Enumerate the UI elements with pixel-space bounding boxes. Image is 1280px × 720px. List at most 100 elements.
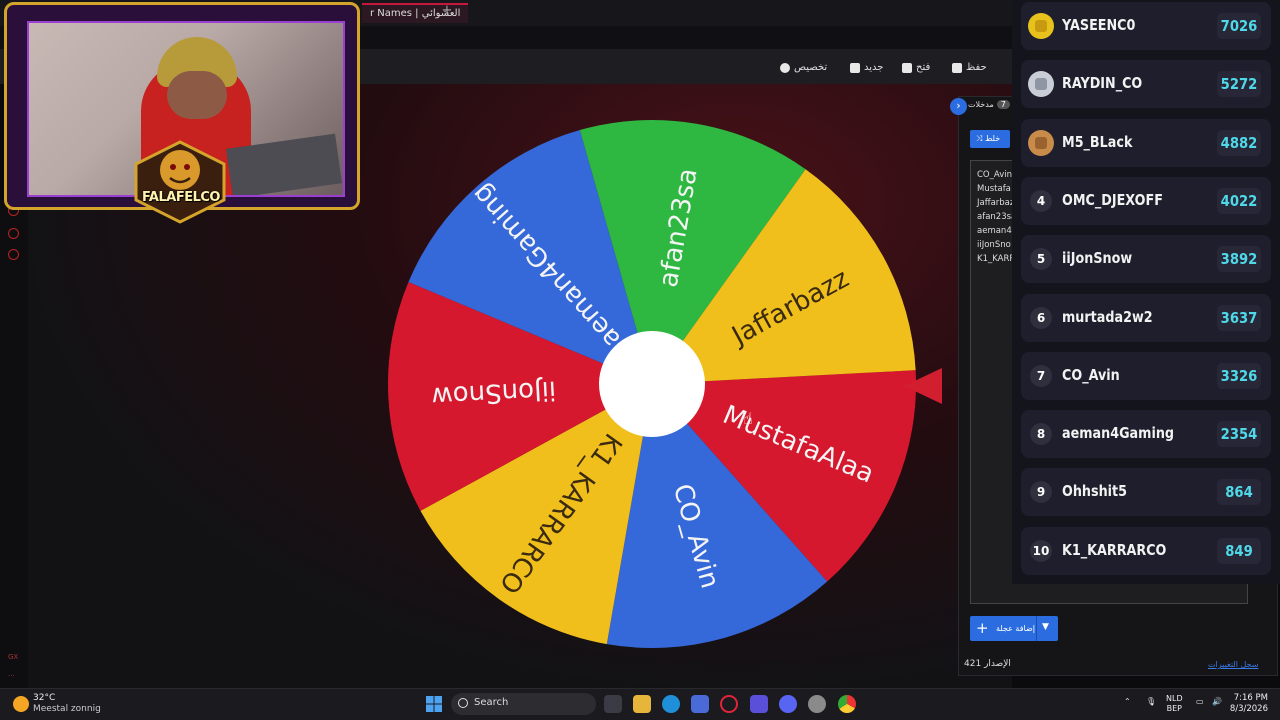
leaderboard-score: 3892 (1217, 246, 1261, 273)
leaderboard-rank: 10 (1030, 539, 1052, 562)
leaderboard-rank: 7 (1030, 364, 1052, 387)
tray-chevron-icon[interactable]: ⌃ (1124, 697, 1131, 706)
language-indicator[interactable]: NLD BEP (1166, 694, 1183, 714)
screen: r Names | العشوائي + تخصيص جديد فتح حفظ … (0, 0, 1280, 720)
save-icon (952, 63, 962, 73)
shuffle-button[interactable]: ⤨ خلط (970, 130, 1010, 148)
gold-medal-icon (1028, 13, 1054, 39)
clock-time: 7:16 PM (1233, 693, 1268, 703)
entry-line: aeman4 (977, 226, 1012, 236)
leaderboard-name: YASEENC0 (1062, 16, 1136, 34)
medal-inner (1035, 78, 1047, 91)
entry-line: Mustafa (977, 184, 1011, 194)
changelog-link[interactable]: سجل التغييرات (1208, 660, 1258, 669)
leaderboard-name: murtada2w2 (1062, 307, 1153, 326)
opera-gx-icon[interactable] (720, 695, 738, 713)
collapse-panel-button[interactable]: › (950, 98, 967, 115)
leaderboard-score: 7026 (1217, 13, 1261, 39)
add-wheel-label: إضافة عجلة (996, 624, 1035, 633)
entry-line: K1_KARR (977, 254, 1016, 264)
weather-desc: Meestal zonnig (33, 704, 101, 714)
version-info: 421 الإصدار (964, 659, 1011, 669)
leaderboard-name: Ohhshit5 (1062, 482, 1127, 501)
leaderboard-rank: 8 (1030, 423, 1052, 446)
chrome-icon[interactable] (838, 695, 856, 713)
save-button[interactable]: حفظ (952, 61, 987, 75)
windows-start-icon[interactable] (426, 696, 442, 712)
plus-icon: + (976, 619, 989, 637)
hand-cursor-icon: ☝ (743, 409, 753, 428)
leaderboard-score: 4022 (1217, 187, 1261, 214)
settings-icon[interactable] (8, 249, 19, 260)
leaderboard-score: 849 (1217, 537, 1261, 564)
open-label: فتح (916, 62, 931, 73)
spin-wheel[interactable]: MustafaAlaaCO_AvinK1_KARRARCOiiJonSnowae… (386, 118, 918, 650)
entries-tab-label: مدخلات (968, 100, 994, 109)
obs-icon[interactable] (750, 695, 768, 713)
task-view-icon[interactable] (604, 695, 622, 713)
leaderboard-name: CO_Avin (1062, 365, 1120, 384)
leaderboard-score: 4882 (1217, 129, 1261, 156)
taskbar-search-label: Search (474, 697, 509, 708)
network-icon[interactable]: ▭ (1196, 697, 1204, 706)
steam-icon[interactable] (808, 695, 826, 713)
folder-icon (902, 63, 912, 73)
leaderboard-name: iiJonSnow (1062, 249, 1133, 268)
leaderboard-score: 864 (1217, 479, 1261, 506)
leaderboard-name: M5_BLack (1062, 132, 1133, 151)
wheel-pointer-icon (904, 368, 942, 404)
shuffle-icon: ⤨ (976, 134, 985, 143)
leaderboard-name: OMC_DJEXOFF (1062, 190, 1163, 209)
wheel-hub[interactable] (599, 331, 705, 437)
entry-line: Jaffarbaz (977, 198, 1015, 208)
leaderboard-score: 3326 (1217, 362, 1261, 389)
entry-line: afan23sa (977, 212, 1017, 222)
entries-tab[interactable]: مدخلات 7 (968, 100, 1010, 109)
leaderboard-name: aeman4Gaming (1062, 424, 1175, 443)
leaderboard-rank: 6 (1030, 306, 1052, 329)
streamer-face (167, 71, 227, 119)
falafelco-logo-icon (134, 140, 226, 224)
taskbar-clock[interactable]: 7:16 PM 8/3/2026 (1230, 693, 1268, 715)
new-tab-icon[interactable]: + (440, 4, 454, 18)
medal-inner (1035, 136, 1047, 149)
shuffle-label: خلط (984, 134, 1001, 143)
leaderboard-rank: 4 (1030, 189, 1052, 212)
medal-inner (1035, 20, 1047, 32)
edge-browser-icon[interactable] (662, 695, 680, 713)
palette-icon (780, 63, 790, 73)
weather-temp: 32°C (33, 693, 56, 703)
save-label: حفظ (966, 62, 987, 73)
volume-icon[interactable]: 🔊 (1212, 697, 1222, 706)
entries-count-badge: 7 (996, 100, 1010, 109)
leaderboard-name: K1_KARRARCO (1062, 540, 1167, 559)
entry-line: CO_Avin (977, 170, 1012, 180)
customize-button[interactable]: تخصيص (780, 61, 827, 75)
gx-icon[interactable]: GX (8, 653, 18, 661)
weather-sun-icon[interactable] (13, 696, 29, 712)
chevron-down-icon[interactable]: ▼ (1042, 622, 1049, 632)
customize-label: تخصيص (794, 62, 828, 73)
store-icon[interactable] (691, 695, 709, 713)
file-explorer-icon[interactable] (633, 695, 651, 713)
search-icon (458, 698, 468, 708)
microphone-icon[interactable]: 🎙 (1146, 697, 1156, 706)
keyboard-layout: BEP (1166, 704, 1182, 713)
open-button[interactable]: فتح (902, 61, 930, 75)
button-divider (1036, 616, 1037, 641)
version-number: 421 (964, 659, 982, 669)
version-label: الإصدار (984, 659, 1011, 669)
taskbar-search-box[interactable] (451, 693, 596, 715)
leaderboard-score: 2354 (1217, 421, 1261, 448)
more-icon[interactable]: ··· (8, 672, 15, 680)
left-rail (0, 200, 28, 688)
file-icon (850, 63, 860, 73)
webcam-logo-text: FALAFELCO (142, 190, 220, 205)
entry-line: iiJonSno (977, 240, 1011, 250)
leaderboard-name: RAYDIN_CO (1062, 74, 1143, 93)
leaderboard-score: 3637 (1217, 304, 1261, 331)
rail-icon[interactable] (8, 228, 19, 239)
bronze-medal-icon (1028, 129, 1054, 156)
new-button[interactable]: جديد (850, 61, 883, 75)
discord-icon[interactable] (779, 695, 797, 713)
